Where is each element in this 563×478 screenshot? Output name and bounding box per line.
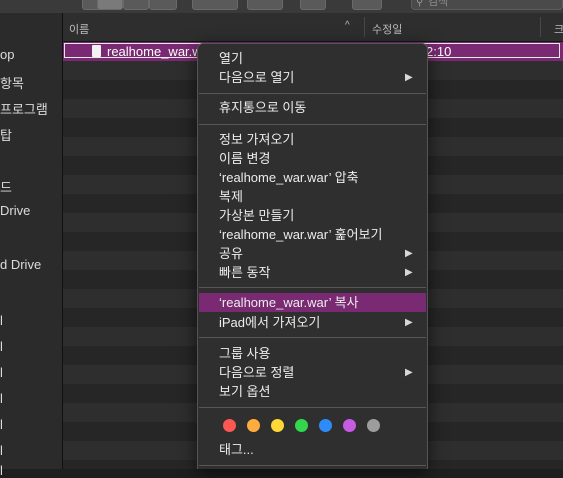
sidebar-item-icloud-drive[interactable]: d Drive [0,257,41,272]
sidebar-item-tag[interactable]: l [0,313,3,328]
sidebar-item-tag[interactable]: l [0,391,3,406]
menu-separator [199,287,426,288]
submenu-arrow-icon: ▶ [405,72,413,83]
column-view-button[interactable] [123,0,149,10]
column-divider[interactable] [540,17,541,37]
sidebar-item-applications[interactable]: 프로그램 [0,99,48,118]
sidebar-item-tag[interactable]: l [0,463,3,478]
sidebar-item-drive[interactable]: Drive [0,203,30,218]
sidebar-item-tag[interactable]: l [0,443,3,458]
menu-separator [199,93,426,94]
tag-green[interactable] [295,419,308,432]
list-view-button[interactable] [97,0,123,10]
menu-item-compress[interactable]: ‘realhome_war.war’ 압축 [198,168,427,187]
sort-ascending-icon: ^ [345,20,350,31]
toolbar: ⚲ 검색 [0,0,563,13]
submenu-arrow-icon: ▶ [405,267,413,278]
menu-item-sort-by[interactable]: 다음으로 정렬 ▶ [198,363,427,382]
menu-item-make-alias[interactable]: 가상본 만들기 [198,206,427,225]
tag-red[interactable] [223,419,236,432]
menu-item-share[interactable]: 공유 ▶ [198,244,427,263]
menu-item-view-options[interactable]: 보기 옵션 [198,382,427,401]
sidebar-item-tag[interactable]: l [0,339,3,354]
menu-item-tags[interactable]: 태그... [198,440,427,459]
file-date: 2:10 [426,44,452,59]
submenu-arrow-icon: ▶ [405,248,413,259]
menu-item-quick-actions[interactable]: 빠른 동작 ▶ [198,263,427,282]
group-button[interactable] [192,0,238,10]
menu-separator [199,407,426,408]
menu-item-rename[interactable]: 이름 변경 [198,149,427,168]
submenu-arrow-icon: ▶ [405,317,413,328]
menu-item-open[interactable]: 열기 [198,49,427,68]
action-button[interactable] [247,0,283,10]
sidebar-item-downloads[interactable]: 드 [0,177,12,196]
tag-orange[interactable] [247,419,260,432]
tag-gray[interactable] [367,419,380,432]
menu-item-use-groups[interactable]: 그룹 사용 [198,344,427,363]
document-icon [92,45,101,57]
submenu-arrow-icon: ▶ [405,367,413,378]
menu-item-move-to-trash[interactable]: 휴지통으로 이동 [198,98,427,117]
column-header-date[interactable]: 수정일 [372,21,402,37]
sidebar-item-recents[interactable]: 항목 [0,73,24,92]
menu-separator [199,124,426,125]
menu-item-quick-look[interactable]: ‘realhome_war.war’ 훑어보기 [198,225,427,244]
sidebar-item-tag[interactable]: l [0,417,3,432]
menu-item-get-info[interactable]: 정보 가져오기 [198,130,427,149]
list-header: 이름 ^ 수정일 크 [63,13,563,42]
column-header-size[interactable]: 크 [554,21,563,37]
gallery-view-button[interactable] [149,0,177,10]
menu-item-copy[interactable]: ‘realhome_war.war’ 복사 [199,293,426,312]
menu-item-duplicate[interactable]: 복제 [198,187,427,206]
menu-item-import-from-ipad[interactable]: iPad에서 가져오기 ▶ [198,313,427,332]
search-placeholder: 검색 [428,0,449,8]
tag-blue[interactable] [319,419,332,432]
search-field[interactable]: ⚲ 검색 [411,0,563,10]
tag-yellow[interactable] [271,419,284,432]
sidebar-item-desktop[interactable]: op [0,47,14,62]
sidebar-item-desktop2[interactable]: 탑 [0,125,12,144]
share-button[interactable] [300,0,326,10]
menu-separator [199,465,426,466]
tag-purple[interactable] [343,419,356,432]
sidebar-item-tag[interactable]: l [0,365,3,380]
tags-button[interactable] [352,0,382,10]
context-menu: 열기 다음으로 열기 ▶ 휴지통으로 이동 정보 가져오기 이름 변경 ‘real… [197,43,428,469]
column-header-name[interactable]: 이름 [69,21,89,37]
menu-separator [199,337,426,338]
sidebar: op 항목 프로그램 탑 드 Drive d Drive l l l l l l… [0,13,63,478]
column-divider[interactable] [364,17,365,37]
menu-item-open-with[interactable]: 다음으로 열기 ▶ [198,68,427,87]
magnifier-icon: ⚲ [416,0,424,8]
